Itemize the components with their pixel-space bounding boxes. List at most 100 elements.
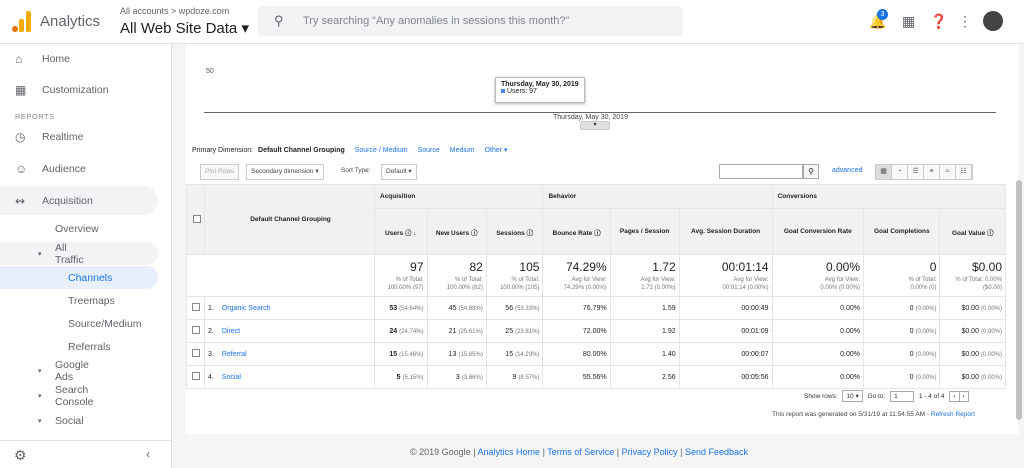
pie-view-icon[interactable]: ◔ — [892, 165, 908, 179]
dimension-other[interactable]: Other ▾ — [485, 147, 508, 154]
secondary-dimension-select[interactable]: Secondary dimension ▾ — [246, 164, 324, 180]
help-icon[interactable]: ❓ — [930, 13, 947, 30]
y-axis-tick: 50 — [206, 68, 214, 75]
channel-link[interactable]: Organic Search — [222, 305, 271, 312]
more-vert-icon[interactable]: ⋮ — [958, 13, 972, 30]
analytics-home-link[interactable]: Analytics Home — [478, 447, 541, 457]
performance-view-icon[interactable]: ☰ — [908, 165, 924, 179]
reports-section-label: REPORTS — [15, 112, 55, 121]
cell-avg-duration: 00:05:56 — [678, 365, 773, 389]
cell-avg-duration: 00:01:09 — [678, 319, 773, 343]
cell-avg-duration: 00:00:07 — [678, 342, 773, 366]
col-avg-duration[interactable]: Avg. Session Duration — [678, 208, 773, 255]
table-toolbar: Plot Rows Secondary dimension ▾ Sort Typ… — [192, 163, 1006, 181]
row-checkbox[interactable] — [191, 326, 200, 334]
sort-type-label: Sort Type: — [341, 167, 371, 174]
collapse-sidebar-icon[interactable]: ‹ — [146, 447, 150, 461]
col-goal-value[interactable]: Goal Value ⓘ — [939, 208, 1006, 255]
pivot-view-icon[interactable]: ☷ — [956, 165, 972, 179]
col-bounce-rate[interactable]: Bounce Rate ⓘ — [542, 208, 611, 255]
total-cell: 0.00% Avg for View: 0.00% (0.00%) — [771, 254, 865, 297]
table-search-icon[interactable]: ⚲ — [803, 164, 819, 179]
term-cloud-icon[interactable]: ≈ — [940, 165, 956, 179]
refresh-report-link[interactable]: Refresh Report — [931, 411, 975, 418]
channel-link[interactable]: Social — [222, 374, 241, 381]
plot-rows-button[interactable]: Plot Rows — [200, 164, 240, 180]
select-all-checkbox[interactable] — [192, 214, 201, 223]
apps-grid-icon[interactable]: ▦ — [902, 13, 915, 30]
cell-pages-session: 2.56 — [609, 365, 680, 389]
table-row: 2. Direct 24 (24.74%) 21 (25.61%) 25 (23.81%) 72… — [186, 319, 1006, 343]
goto-input[interactable]: 1 — [890, 391, 915, 402]
row-checkbox-cell[interactable] — [186, 365, 205, 389]
advanced-filter-link[interactable]: advanced — [832, 167, 862, 174]
col-new-users[interactable]: New Users ⓘ — [426, 208, 487, 255]
cell-bounce-rate: 55.56% — [542, 365, 611, 389]
cell-new-users: 13 (15.85%) — [426, 342, 487, 366]
comparison-view-icon[interactable]: ≡ — [924, 165, 940, 179]
cell-bounce-rate: 76.79% — [542, 296, 611, 320]
caret-right-icon: ▾ — [38, 418, 42, 425]
channel-link[interactable]: Referral — [222, 351, 247, 358]
cell-pages-session: 1.92 — [609, 319, 680, 343]
app-name[interactable]: Analytics — [40, 13, 100, 30]
row-checkbox[interactable] — [191, 349, 200, 357]
cell-goal-completions: 0 (0.00%) — [863, 296, 941, 320]
terms-link[interactable]: Terms of Service — [547, 447, 614, 457]
group-acquisition: Acquisition — [373, 184, 544, 209]
table-row: 4. Social 5 (5.15%) 3 (3.66%) 9 (8.57%) 55.56% 2.… — [186, 365, 1006, 389]
sidebar: ⌂ Home ▦ Customization REPORTS ◷ Realtime ☺… — [0, 44, 172, 468]
total-cell: 97% of Total: 100.00% (97) — [374, 254, 428, 297]
property-selector[interactable]: All Web Site Data ▾ — [120, 19, 249, 37]
primary-dimension-bar: Primary Dimension: Default Channel Group… — [192, 146, 516, 154]
cell-new-users: 21 (25.61%) — [426, 319, 487, 343]
table-search-input[interactable] — [719, 164, 803, 179]
cell-goal-conversion-rate: 0.00% — [771, 319, 865, 343]
analytics-logo-icon[interactable] — [10, 10, 32, 32]
tooltip-date: Thursday, May 30, 2019 — [501, 81, 579, 88]
totals-row: 97% of Total: 100.00% (97) 82% of Total: 1… — [186, 254, 1006, 297]
settings-icon[interactable]: ⚙ — [14, 447, 27, 464]
page-range: 1 - 4 of 4 — [918, 393, 945, 400]
cell-pages-session: 1.40 — [609, 342, 680, 366]
scrollbar[interactable] — [1016, 180, 1022, 420]
col-pages-session[interactable]: Pages / Session — [609, 208, 680, 255]
cell-goal-value: $0.00 (0.00%) — [939, 365, 1006, 389]
cell-pages-session: 1.59 — [609, 296, 680, 320]
total-cell: 74.29% Avg for View: 74.29% (0.00%) — [542, 254, 611, 297]
row-dimension: 1. Organic Search — [204, 296, 375, 320]
dimension-medium[interactable]: Medium — [450, 147, 475, 154]
show-rows-select[interactable]: 10 ▾ — [842, 390, 863, 402]
top-bar: Analytics All accounts > wpdoze.com All … — [0, 0, 1024, 44]
row-checkbox-cell[interactable] — [186, 296, 205, 320]
dimension-header[interactable]: Default Channel Grouping — [204, 184, 375, 255]
col-goal-completions[interactable]: Goal Completions — [863, 208, 941, 255]
col-sessions[interactable]: Sessions ⓘ — [485, 208, 544, 255]
next-page-icon[interactable]: › — [958, 391, 969, 402]
col-goal-conversion-rate[interactable]: Goal Conversion Rate — [771, 208, 865, 255]
cell-goal-completions: 0 (0.00%) — [863, 319, 941, 343]
copyright: © 2019 Google — [410, 447, 471, 457]
channel-link[interactable]: Direct — [222, 328, 240, 335]
goto-label: Go to: — [867, 393, 886, 400]
notification-badge: 3 — [877, 9, 888, 20]
row-checkbox-cell[interactable] — [186, 342, 205, 366]
account-breadcrumb[interactable]: All accounts > wpdoze.com — [120, 6, 229, 16]
select-all-checkbox-cell[interactable] — [186, 184, 205, 255]
feedback-link[interactable]: Send Feedback — [685, 447, 748, 457]
privacy-link[interactable]: Privacy Policy — [622, 447, 678, 457]
primary-dimension-label: Primary Dimension: — [192, 147, 254, 154]
avatar[interactable] — [983, 11, 1003, 31]
dimension-source[interactable]: Source — [418, 147, 440, 154]
col-users[interactable]: Users ⓘ ↓ — [374, 208, 428, 255]
row-checkbox[interactable] — [191, 303, 200, 311]
row-checkbox[interactable] — [191, 372, 200, 380]
chart-resize-handle[interactable]: ▾ — [580, 121, 610, 130]
dimension-source-medium[interactable]: Source / Medium — [355, 147, 408, 154]
cell-goal-completions: 0 (0.00%) — [863, 365, 941, 389]
table-view-icon[interactable]: ▦ — [876, 165, 892, 179]
sort-type-select[interactable]: Default ▾ — [381, 164, 417, 180]
search-bar[interactable]: ⚲ Try searching “Any anomalies in sessio… — [258, 6, 683, 36]
row-checkbox-cell[interactable] — [186, 319, 205, 343]
dimension-current: Default Channel Grouping — [258, 147, 345, 154]
